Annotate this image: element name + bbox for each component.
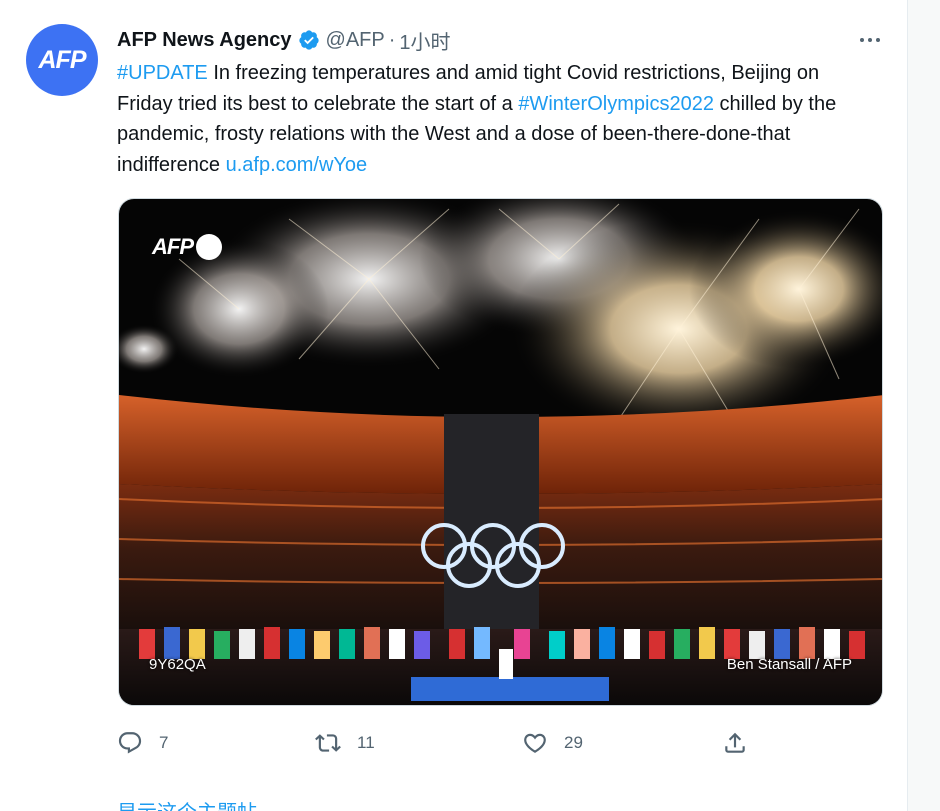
like-icon [524, 733, 546, 753]
watermark-text: AFP [152, 234, 194, 259]
reply-icon [118, 732, 142, 754]
share-button[interactable] [722, 726, 764, 760]
more-icon-dot [876, 38, 880, 42]
page: AFP AFP News Agency @AFP · 1小时 #UPDATE I… [0, 0, 940, 811]
reply-count: 7 [159, 733, 169, 752]
retweet-button[interactable]: 11 [315, 726, 375, 760]
reply-button[interactable]: 7 [117, 726, 168, 760]
separator: · [388, 28, 396, 51]
more-icon [860, 38, 864, 42]
right-panel-edge [907, 0, 940, 811]
avatar[interactable]: AFP [26, 24, 98, 96]
retweet-count: 11 [357, 733, 375, 752]
show-thread-link[interactable]: 显示这个主题帖 [117, 796, 257, 811]
tweet-link[interactable]: u.afp.com/wYoe [226, 154, 368, 176]
retweet-icon [315, 734, 341, 752]
more-icon-dot [868, 38, 872, 42]
avatar-text: AFP [38, 45, 87, 74]
tweet-header: AFP News Agency @AFP · 1小时 [117, 26, 451, 54]
stadium-photo [119, 199, 882, 705]
more-button[interactable] [853, 28, 887, 52]
photo-credit: Ben Stansall / AFP [726, 656, 852, 673]
share-icon [725, 732, 745, 753]
photo-code: 9Y62QA [149, 656, 206, 673]
handle[interactable]: @AFP [326, 29, 385, 52]
timestamp[interactable]: 1小时 [399, 26, 450, 55]
watermark-dot [196, 234, 222, 260]
like-button[interactable]: 29 [522, 726, 583, 760]
tweet-text: #UPDATE In freezing temperatures and ami… [117, 58, 877, 180]
verified-badge-icon [298, 30, 319, 50]
display-name[interactable]: AFP News Agency [117, 29, 292, 52]
tweet[interactable]: AFP AFP News Agency @AFP · 1小时 #UPDATE I… [0, 0, 908, 811]
afp-watermark: AFP [152, 234, 222, 260]
hashtag-update[interactable]: #UPDATE [117, 62, 208, 84]
like-count: 29 [564, 733, 583, 752]
tweet-actions: 7 11 29 [117, 726, 777, 760]
tweet-photo[interactable]: AFP 9Y62QA Ben Stansall / AFP [118, 198, 883, 706]
hashtag-winterolympics[interactable]: #WinterOlympics2022 [518, 93, 714, 115]
